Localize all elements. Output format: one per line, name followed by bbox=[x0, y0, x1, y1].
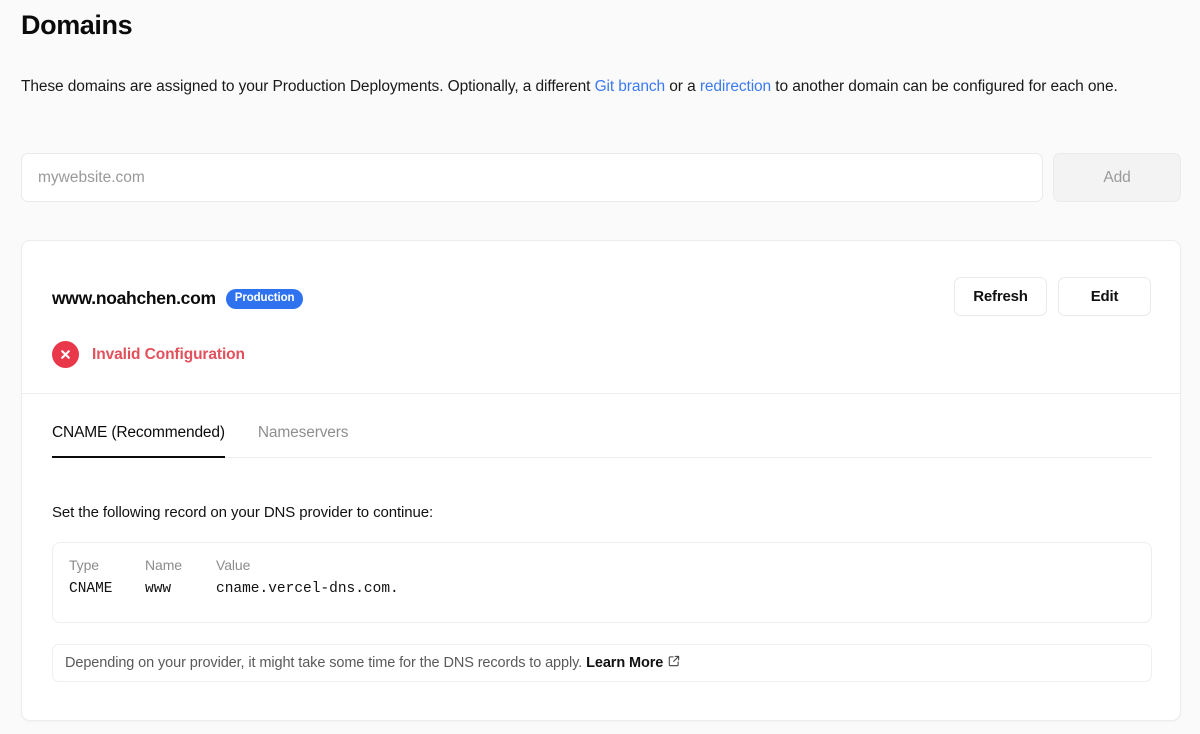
column-header-type: Type bbox=[69, 557, 99, 573]
dns-record-table: Type Name Value CNAME www cname.vercel-d… bbox=[52, 542, 1152, 623]
domain-card-actions: Refresh Edit bbox=[954, 277, 1151, 316]
record-name: www bbox=[145, 581, 172, 597]
column-header-name: Name bbox=[145, 557, 182, 573]
dns-tabs: CNAME (Recommended) Nameservers bbox=[52, 421, 1152, 458]
column-header-value: Value bbox=[216, 557, 251, 573]
error-circle-x-icon bbox=[52, 341, 79, 368]
redirection-link[interactable]: redirection bbox=[700, 78, 771, 95]
description-text-part-2: or a bbox=[665, 78, 700, 95]
dns-note: Depending on your provider, it might tak… bbox=[52, 644, 1152, 682]
add-domain-row: Add bbox=[21, 153, 1181, 202]
tab-cname[interactable]: CNAME (Recommended) bbox=[52, 421, 225, 458]
tab-nameservers[interactable]: Nameservers bbox=[258, 421, 349, 457]
domain-title-row: www.noahchen.com Production bbox=[52, 288, 304, 309]
status-badge: Production bbox=[225, 288, 304, 309]
page-description: These domains are assigned to your Produ… bbox=[21, 74, 1181, 99]
external-link-icon bbox=[668, 655, 680, 671]
domain-card: www.noahchen.com Production Invalid Conf… bbox=[21, 240, 1181, 721]
domain-input[interactable] bbox=[21, 153, 1043, 202]
page-title: Domains bbox=[21, 10, 133, 40]
edit-button[interactable]: Edit bbox=[1058, 277, 1151, 316]
status-message: Invalid Configuration bbox=[92, 345, 245, 363]
domain-card-header: www.noahchen.com Production Invalid Conf… bbox=[22, 241, 1180, 394]
dns-instruction: Set the following record on your DNS pro… bbox=[52, 504, 434, 521]
domain-name[interactable]: www.noahchen.com bbox=[52, 288, 216, 309]
learn-more-link[interactable]: Learn More bbox=[586, 655, 680, 671]
learn-more-label: Learn More bbox=[586, 655, 664, 671]
refresh-button[interactable]: Refresh bbox=[954, 277, 1047, 316]
domain-status-row: Invalid Configuration bbox=[52, 341, 245, 368]
git-branch-link[interactable]: Git branch bbox=[595, 78, 666, 95]
dns-note-text: Depending on your provider, it might tak… bbox=[65, 655, 583, 671]
add-domain-button[interactable]: Add bbox=[1053, 153, 1181, 202]
description-text-part-3: to another domain can be configured for … bbox=[771, 78, 1118, 95]
record-value: cname.vercel-dns.com. bbox=[216, 581, 399, 597]
description-text-part-1: These domains are assigned to your Produ… bbox=[21, 78, 595, 95]
domains-page: Domains These domains are assigned to yo… bbox=[0, 0, 1200, 734]
record-type: CNAME bbox=[69, 581, 113, 597]
